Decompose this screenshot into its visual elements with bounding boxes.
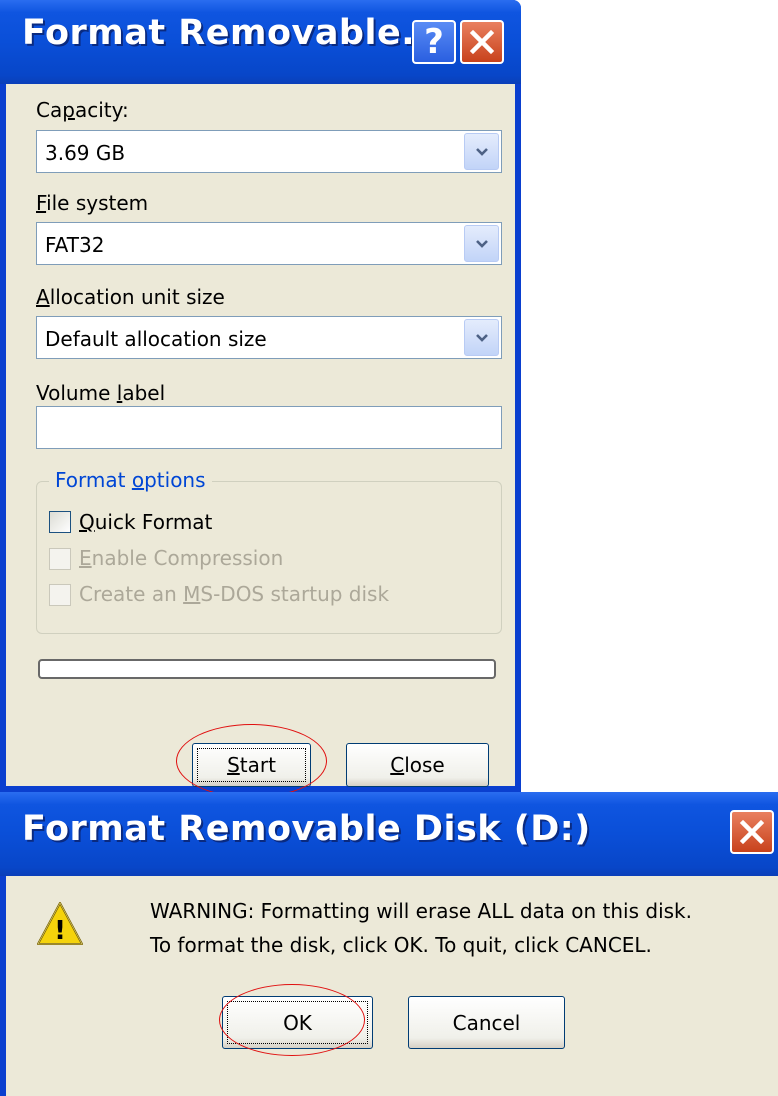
format-dialog-titlebar[interactable]: Format Removable... ? <box>0 0 521 84</box>
allocation-unit-size-value: Default allocation size <box>45 327 267 351</box>
format-dialog: Format Removable... ? Capacity: 3.69 GB … <box>0 0 521 798</box>
format-progress-bar <box>38 659 496 679</box>
chevron-down-icon <box>475 147 488 156</box>
file-system-label: File system <box>36 191 149 215</box>
warning-dialog-title: Format Removable Disk (D:) <box>22 809 591 849</box>
svg-text:!: ! <box>54 916 66 946</box>
close-button[interactable]: Close <box>346 743 489 787</box>
capacity-select[interactable]: 3.69 GB <box>36 130 502 173</box>
ok-button[interactable]: OK <box>222 996 373 1049</box>
ms-dos-startup-checkbox[interactable] <box>49 584 71 606</box>
format-dialog-title: Format Removable... <box>22 13 443 53</box>
warning-dialog-titlebar[interactable]: Format Removable Disk (D:) <box>0 792 778 876</box>
help-icon: ? <box>424 22 444 62</box>
cancel-button[interactable]: Cancel <box>408 996 565 1049</box>
allocation-unit-size-select[interactable]: Default allocation size <box>36 316 502 359</box>
capacity-dropdown-button[interactable] <box>464 133 499 170</box>
warning-message-line1: WARNING: Formatting will erase ALL data … <box>150 899 692 923</box>
warning-dialog-body: ! WARNING: Formatting will erase ALL dat… <box>6 876 778 1096</box>
format-options-group: Format options Quick Format Enable Compr… <box>36 468 502 634</box>
allocation-dropdown-button[interactable] <box>464 319 499 356</box>
close-window-button[interactable] <box>460 20 504 64</box>
quick-format-checkbox[interactable] <box>49 511 71 533</box>
file-system-dropdown-button[interactable] <box>464 225 499 262</box>
allocation-unit-size-label: Allocation unit size <box>36 285 225 309</box>
chevron-down-icon <box>475 333 488 342</box>
file-system-value: FAT32 <box>45 233 105 257</box>
chevron-down-icon <box>475 239 488 248</box>
capacity-value: 3.69 GB <box>45 141 126 165</box>
volume-label-input[interactable] <box>36 406 502 449</box>
quick-format-label[interactable]: Quick Format <box>79 510 212 534</box>
enable-compression-label: Enable Compression <box>79 546 284 570</box>
capacity-label: Capacity: <box>36 98 129 122</box>
start-button[interactable]: Start <box>192 743 311 787</box>
ms-dos-startup-label: Create an MS-DOS startup disk <box>79 582 390 606</box>
close-icon <box>469 29 495 55</box>
format-dialog-body: Capacity: 3.69 GB File system FAT32 Allo… <box>6 84 515 798</box>
enable-compression-checkbox[interactable] <box>49 548 71 570</box>
file-system-select[interactable]: FAT32 <box>36 222 502 265</box>
warning-dialog: Format Removable Disk (D:) ! WARNING: Fo… <box>0 792 778 1096</box>
warning-message-line2: To format the disk, click OK. To quit, c… <box>150 933 652 957</box>
warning-icon: ! <box>37 902 83 946</box>
close-icon <box>739 819 765 845</box>
help-button[interactable]: ? <box>412 20 456 64</box>
format-options-legend: Format options <box>49 468 212 492</box>
warning-close-button[interactable] <box>730 810 774 854</box>
volume-label-label: Volume label <box>36 381 166 405</box>
